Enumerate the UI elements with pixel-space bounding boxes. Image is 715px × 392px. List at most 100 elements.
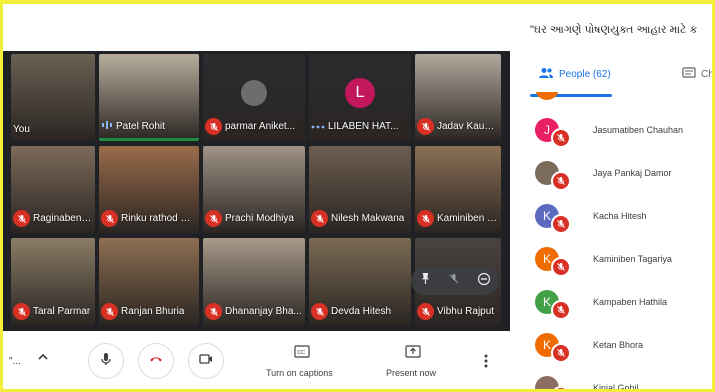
participant-name: You xyxy=(13,124,30,135)
avatar: K xyxy=(535,247,571,277)
avatar: J xyxy=(535,118,571,148)
person-name: Jaya Pankaj Damor xyxy=(593,168,672,178)
more-dots-text[interactable]: "... xyxy=(9,356,21,367)
remove-participant-icon[interactable] xyxy=(477,272,491,291)
participant-name: Devda Hitesh xyxy=(331,306,392,317)
people-list-item[interactable]: K Ketan Bhora xyxy=(535,333,644,363)
microphone-off-icon xyxy=(101,210,118,227)
avatar: K xyxy=(535,333,571,363)
participant-name-row: Devda Hitesh xyxy=(311,303,391,320)
participant-name: Kaminiben Tag... xyxy=(437,213,499,224)
microphone-off-icon xyxy=(205,303,222,320)
people-list-item[interactable]: J Jasumatiben Chauhan xyxy=(535,118,683,148)
microphone-off-icon xyxy=(205,210,222,227)
participant-tile[interactable]: Taral Parmar xyxy=(11,238,95,326)
participant-name: Rinku rathod Ri... xyxy=(121,213,197,224)
participant-name: Taral Parmar xyxy=(33,306,91,317)
tile-hover-controls xyxy=(411,267,499,295)
participant-tile[interactable]: Patel Rohit xyxy=(99,54,199,141)
participant-name: parmar Aniket... xyxy=(225,121,296,132)
participant-tile[interactable]: Prachi Modhiya xyxy=(203,146,305,233)
people-list-item[interactable]: K Kacha Hitesh xyxy=(535,204,647,234)
audio-level-icon xyxy=(101,117,113,135)
participant-name: Jadav Kaushal... xyxy=(437,121,499,132)
avatar xyxy=(535,376,571,389)
captions-label[interactable]: Turn on captions xyxy=(266,368,333,378)
microphone-off-icon xyxy=(13,210,30,227)
hang-up-icon xyxy=(148,351,164,372)
present-label[interactable]: Present now xyxy=(386,368,436,378)
participant-name-row: Nilesh Makwana xyxy=(311,210,404,227)
participant-name: Raginaben Tag... xyxy=(33,213,93,224)
microphone-off-icon xyxy=(311,303,328,320)
participant-tile[interactable]: Dhananjay Bha... xyxy=(203,238,305,326)
people-list-item[interactable]: Jaya Pankaj Damor xyxy=(535,161,672,191)
microphone-off-icon xyxy=(551,386,571,389)
person-name: Kaminiben Tagariya xyxy=(593,254,672,264)
speaking-dots-icon xyxy=(311,117,325,135)
microphone-off-icon xyxy=(417,118,434,135)
chevron-up-icon[interactable] xyxy=(35,349,51,365)
microphone-button[interactable] xyxy=(88,343,124,379)
person-name: Ketan Bhora xyxy=(593,340,644,350)
leave-call-button[interactable] xyxy=(138,343,174,379)
microphone-off-icon xyxy=(13,303,30,320)
people-list-item[interactable]: K Kaminiben Tagariya xyxy=(535,247,672,277)
previous-person-partial xyxy=(535,92,559,100)
participant-tile[interactable]: L LILABEN HAT... xyxy=(309,54,411,141)
microphone-off-icon xyxy=(551,214,571,234)
tab-people-label: People (62) xyxy=(559,69,611,80)
people-list-item[interactable]: K Kampaben Hathila xyxy=(535,290,667,320)
participant-avatar: L xyxy=(345,78,375,109)
avatar xyxy=(535,161,571,191)
participant-name: Patel Rohit xyxy=(116,120,165,132)
participant-tile[interactable]: parmar Aniket... xyxy=(203,54,305,141)
svg-text:CC: CC xyxy=(297,350,305,356)
participant-name-row: Patel Rohit xyxy=(101,117,165,135)
participant-name: Vibhu Rajput xyxy=(437,306,495,317)
present-screen-icon[interactable] xyxy=(405,345,421,359)
avatar-letter: K xyxy=(542,295,551,309)
microphone-off-icon xyxy=(551,128,571,148)
participant-name-row: Dhananjay Bha... xyxy=(205,303,302,320)
tab-chat[interactable]: Cha xyxy=(682,67,712,82)
participant-name-row: LILABEN HAT... xyxy=(311,117,398,135)
speaking-indicator xyxy=(99,138,199,141)
tab-people[interactable]: People (62) xyxy=(538,67,611,82)
pin-icon[interactable] xyxy=(420,272,431,290)
camera-button[interactable] xyxy=(188,343,224,379)
participant-tile[interactable]: Kaminiben Tag... xyxy=(415,146,501,233)
participant-tile[interactable]: Nilesh Makwana xyxy=(309,146,411,233)
microphone-off-icon xyxy=(551,257,571,277)
participant-tile[interactable]: Rinku rathod Ri... xyxy=(99,146,199,233)
people-list-item[interactable]: Kinjal Gohil xyxy=(535,376,639,389)
participant-tile[interactable]: Jadav Kaushal... xyxy=(415,54,501,141)
participant-name-row: Taral Parmar xyxy=(13,303,90,320)
participant-name: Dhananjay Bha... xyxy=(225,306,302,317)
participant-tile[interactable]: You xyxy=(11,54,95,141)
tab-chat-label: Cha xyxy=(701,69,712,80)
more-options-icon[interactable] xyxy=(483,353,489,369)
captions-icon[interactable]: CC xyxy=(294,345,310,359)
person-name: Kacha Hitesh xyxy=(593,211,647,221)
people-icon xyxy=(538,67,554,82)
participant-tile[interactable]: Ranjan Bhuria xyxy=(99,238,199,326)
participant-name-row: Rinku rathod Ri... xyxy=(101,210,197,227)
avatar: K xyxy=(535,290,571,320)
participant-avatar xyxy=(241,80,267,107)
participant-name-row: Vibhu Rajput xyxy=(417,303,494,320)
meeting-title: "ઘર આગણે પોષણયુક્ત આહાર માટે ક xyxy=(530,24,698,36)
participant-name: Nilesh Makwana xyxy=(331,213,405,224)
participant-name: LILABEN HAT... xyxy=(328,120,399,132)
chat-icon xyxy=(682,67,696,82)
microphone-off-icon xyxy=(205,118,222,135)
participant-tile[interactable]: Raginaben Tag... xyxy=(11,146,95,233)
microphone-off-icon xyxy=(551,300,571,320)
participant-name-row: Kaminiben Tag... xyxy=(417,210,499,227)
avatar: K xyxy=(535,204,571,234)
microphone-off-icon xyxy=(417,210,434,227)
avatar-letter: K xyxy=(542,252,551,266)
participant-tile[interactable]: Devda Hitesh xyxy=(309,238,411,326)
mute-participant-icon[interactable] xyxy=(448,272,460,290)
participant-name-row: Ranjan Bhuria xyxy=(101,303,184,320)
